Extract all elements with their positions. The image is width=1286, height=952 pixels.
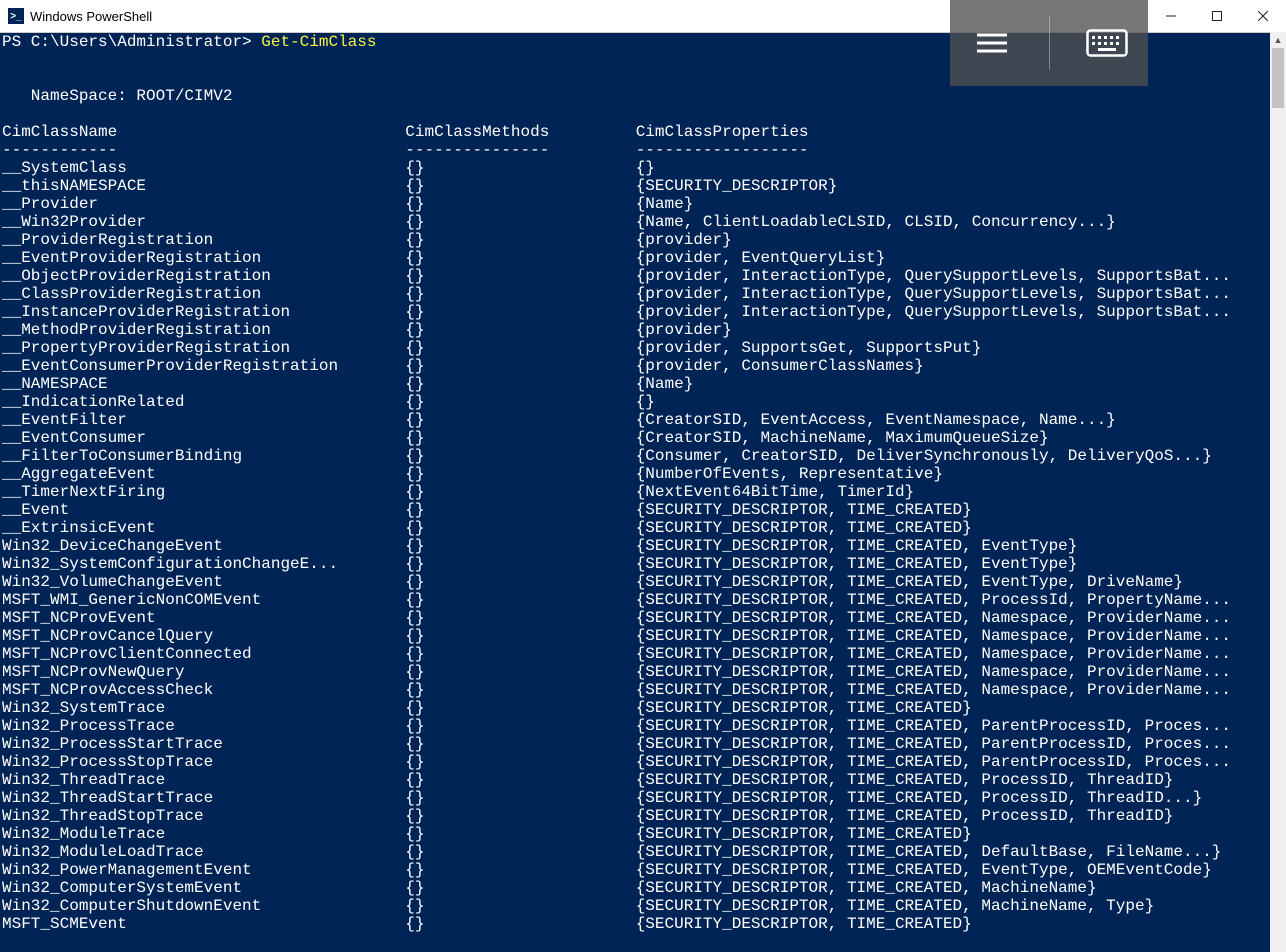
table-row: __IndicationRelated {} {} (2, 393, 1270, 411)
table-row: Win32_ProcessTrace {} {SECURITY_DESCRIPT… (2, 717, 1270, 735)
table-row: Win32_ProcessStopTrace {} {SECURITY_DESC… (2, 753, 1270, 771)
table-row: __Win32Provider {} {Name, ClientLoadable… (2, 213, 1270, 231)
keyboard-icon (1086, 29, 1128, 57)
maximize-button[interactable] (1194, 0, 1240, 32)
table-row: __MethodProviderRegistration {} {provide… (2, 321, 1270, 339)
table-row: __Provider {} {Name} (2, 195, 1270, 213)
table-row: __TimerNextFiring {} {NextEvent64BitTime… (2, 483, 1270, 501)
table-row: MSFT_NCProvNewQuery {} {SECURITY_DESCRIP… (2, 663, 1270, 681)
prompt-path: PS C:\Users\Administrator> (2, 33, 261, 51)
vertical-scrollbar[interactable]: ▲ (1270, 32, 1286, 952)
minimize-icon (1166, 11, 1176, 21)
table-row: Win32_ModuleTrace {} {SECURITY_DESCRIPTO… (2, 825, 1270, 843)
table-row: MSFT_SCMEvent {} {SECURITY_DESCRIPTOR, T… (2, 915, 1270, 933)
terminal-output[interactable]: PS C:\Users\Administrator> Get-CimClass … (0, 33, 1270, 952)
table-row: __ClassProviderRegistration {} {provider… (2, 285, 1270, 303)
scroll-thumb[interactable] (1272, 48, 1284, 108)
table-row: Win32_ComputerShutdownEvent {} {SECURITY… (2, 897, 1270, 915)
table-row: __SystemClass {} {} (2, 159, 1270, 177)
touch-overlay-bar (950, 0, 1148, 86)
header-line: CimClassName CimClassMethods CimClassPro… (2, 123, 1270, 141)
table-row: __InstanceProviderRegistration {} {provi… (2, 303, 1270, 321)
minimize-button[interactable] (1148, 0, 1194, 32)
window-title: Windows PowerShell (30, 9, 152, 24)
powershell-icon: >_ (8, 8, 24, 24)
table-row: __AggregateEvent {} {NumberOfEvents, Rep… (2, 465, 1270, 483)
close-button[interactable] (1240, 0, 1286, 32)
table-row: Win32_ComputerSystemEvent {} {SECURITY_D… (2, 879, 1270, 897)
table-row: Win32_DeviceChangeEvent {} {SECURITY_DES… (2, 537, 1270, 555)
table-row: MSFT_NCProvCancelQuery {} {SECURITY_DESC… (2, 627, 1270, 645)
maximize-icon (1212, 11, 1222, 21)
header-dashes: ------------ --------------- -----------… (2, 141, 1270, 159)
table-row: __EventProviderRegistration {} {provider… (2, 249, 1270, 267)
blank-line (2, 105, 1270, 123)
table-row: Win32_ModuleLoadTrace {} {SECURITY_DESCR… (2, 843, 1270, 861)
menu-button[interactable] (966, 23, 1018, 63)
table-row: MSFT_WMI_GenericNonCOMEvent {} {SECURITY… (2, 591, 1270, 609)
table-row: Win32_PowerManagementEvent {} {SECURITY_… (2, 861, 1270, 879)
table-row: __EventConsumerProviderRegistration {} {… (2, 357, 1270, 375)
close-icon (1258, 11, 1268, 21)
table-row: Win32_SystemTrace {} {SECURITY_DESCRIPTO… (2, 699, 1270, 717)
scroll-up-arrow-icon[interactable]: ▲ (1270, 32, 1286, 48)
keyboard-button[interactable] (1081, 23, 1133, 63)
table-row: Win32_ThreadStopTrace {} {SECURITY_DESCR… (2, 807, 1270, 825)
table-row: __Event {} {SECURITY_DESCRIPTOR, TIME_CR… (2, 501, 1270, 519)
window-controls (1148, 0, 1286, 32)
table-row: __PropertyProviderRegistration {} {provi… (2, 339, 1270, 357)
table-row: __ObjectProviderRegistration {} {provide… (2, 267, 1270, 285)
prompt-command: Get-CimClass (261, 33, 376, 51)
table-row: Win32_SystemConfigurationChangeE... {} {… (2, 555, 1270, 573)
table-row: MSFT_NCProvEvent {} {SECURITY_DESCRIPTOR… (2, 609, 1270, 627)
hamburger-icon (975, 31, 1009, 55)
table-row: __EventFilter {} {CreatorSID, EventAcces… (2, 411, 1270, 429)
table-row: __EventConsumer {} {CreatorSID, MachineN… (2, 429, 1270, 447)
table-row: Win32_ThreadTrace {} {SECURITY_DESCRIPTO… (2, 771, 1270, 789)
table-row: MSFT_NCProvClientConnected {} {SECURITY_… (2, 645, 1270, 663)
table-row: __FilterToConsumerBinding {} {Consumer, … (2, 447, 1270, 465)
table-row: MSFT_NCProvAccessCheck {} {SECURITY_DESC… (2, 681, 1270, 699)
table-row: Win32_ProcessStartTrace {} {SECURITY_DES… (2, 735, 1270, 753)
namespace-line: NameSpace: ROOT/CIMV2 (2, 87, 1270, 105)
table-row: Win32_ThreadStartTrace {} {SECURITY_DESC… (2, 789, 1270, 807)
table-row: __NAMESPACE {} {Name} (2, 375, 1270, 393)
table-row: __ProviderRegistration {} {provider} (2, 231, 1270, 249)
table-row: Win32_VolumeChangeEvent {} {SECURITY_DES… (2, 573, 1270, 591)
overlay-divider (1049, 16, 1050, 70)
table-row: __thisNAMESPACE {} {SECURITY_DESCRIPTOR} (2, 177, 1270, 195)
table-row: __ExtrinsicEvent {} {SECURITY_DESCRIPTOR… (2, 519, 1270, 537)
